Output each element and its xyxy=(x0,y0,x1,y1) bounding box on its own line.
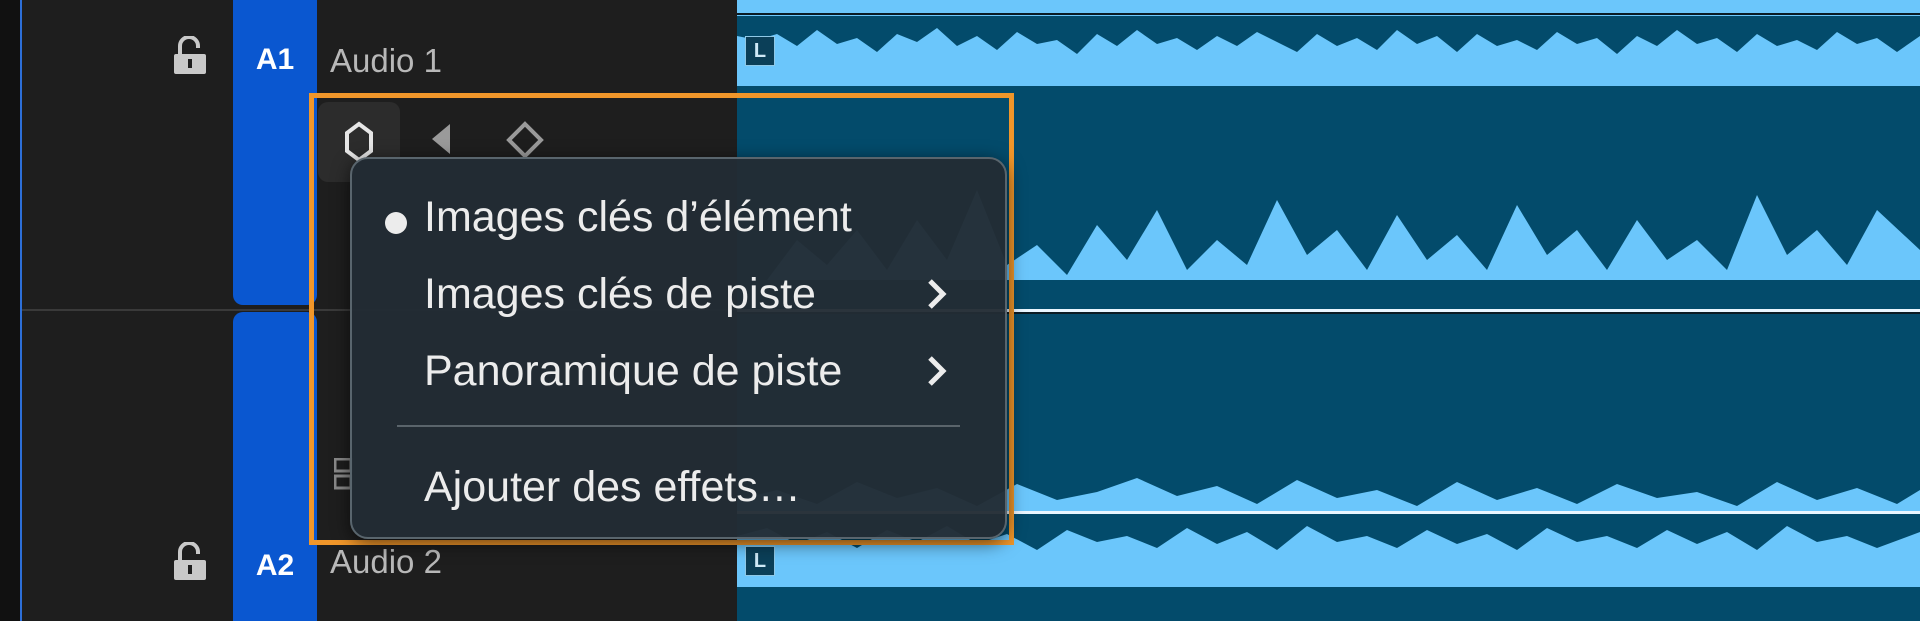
track-name: Audio 1 xyxy=(330,42,442,79)
menu-item-track-panner[interactable]: Panoramique de piste xyxy=(352,335,1005,407)
track-target-a2[interactable]: A2 xyxy=(233,312,317,621)
menu-item-track-keyframes[interactable]: Images clés de piste xyxy=(352,258,1005,330)
menu-item-clip-keyframes[interactable]: Images clés d’élément xyxy=(352,181,1005,253)
track-id-label: A2 xyxy=(255,549,295,582)
previous-keyframe-icon[interactable] xyxy=(428,122,454,156)
menu-separator xyxy=(397,425,960,427)
menu-item-label: Ajouter des effets… xyxy=(424,463,801,511)
add-keyframe-icon[interactable] xyxy=(505,120,545,160)
track-name: Audio 2 xyxy=(330,543,442,580)
menu-item-add-effects[interactable]: Ajouter des effets… xyxy=(352,451,1005,523)
keyframes-context-menu: Images clés d’élément Images clés de pis… xyxy=(350,157,1007,539)
timeline-panel: A1 Audio 1 A2 Audio 2 L L Images clés d’… xyxy=(0,0,1920,621)
selected-bullet-icon xyxy=(385,212,407,234)
menu-item-label: Images clés de piste xyxy=(424,270,816,318)
lock-open-icon[interactable] xyxy=(172,542,208,582)
chevron-right-icon xyxy=(928,356,947,386)
channel-tag: L xyxy=(745,546,775,576)
track-target-a1[interactable]: A1 xyxy=(233,0,317,305)
menu-item-label: Images clés d’élément xyxy=(424,193,852,241)
chevron-right-icon xyxy=(928,279,947,309)
panel-edge xyxy=(0,0,22,621)
waveform xyxy=(737,16,1920,54)
track-id-label: A1 xyxy=(255,43,295,76)
clip-border xyxy=(737,13,1920,15)
lock-open-icon[interactable] xyxy=(172,36,208,76)
channel-tag: L xyxy=(745,36,775,66)
menu-item-label: Panoramique de piste xyxy=(424,347,843,395)
